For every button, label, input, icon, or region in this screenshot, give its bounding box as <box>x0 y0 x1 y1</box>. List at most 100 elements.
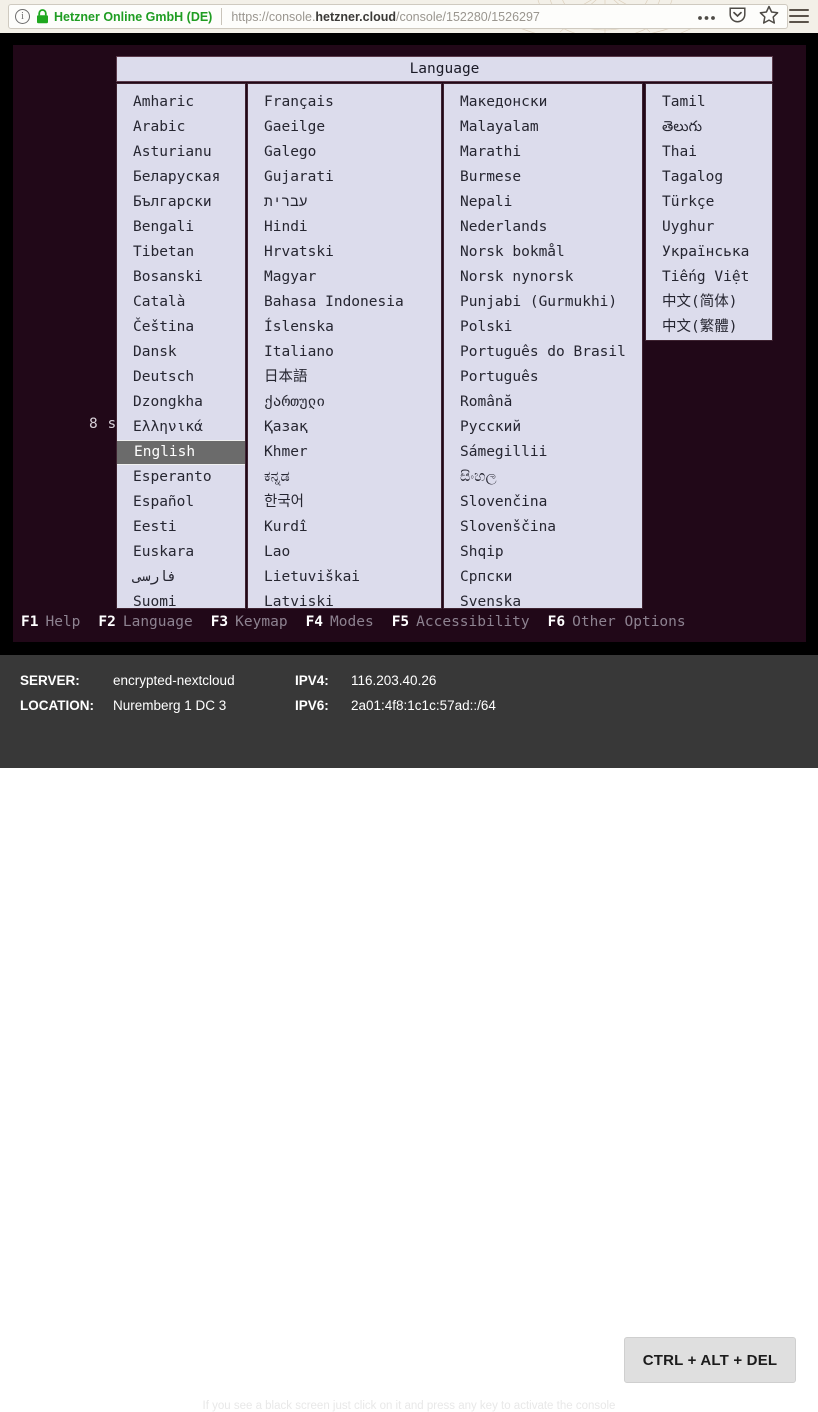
browser-menu-icon[interactable] <box>788 6 810 26</box>
function-key-f1[interactable]: F1 Help <box>21 614 80 630</box>
language-item[interactable]: Khmer <box>248 440 441 465</box>
function-key-label: F1 <box>21 614 39 630</box>
language-item[interactable]: Gaeilge <box>248 115 441 140</box>
language-item[interactable]: Thai <box>646 140 772 165</box>
language-item[interactable]: Português do Brasil <box>444 340 642 365</box>
language-item[interactable]: Kurdî <box>248 515 441 540</box>
function-key-label: F4 <box>305 614 324 630</box>
language-item[interactable]: Українська <box>646 240 772 265</box>
language-item[interactable]: Gujarati <box>248 165 441 190</box>
language-item[interactable]: Tamil <box>646 90 772 115</box>
info-row-label-secondary: IPV6: <box>295 698 329 713</box>
language-item[interactable]: Tibetan <box>117 240 245 265</box>
function-key-label: F3 <box>210 614 229 630</box>
urlbar-divider <box>221 8 223 25</box>
language-item[interactable]: Português <box>444 365 642 390</box>
function-key-action: Modes <box>330 614 374 630</box>
language-item[interactable]: Nepali <box>444 190 642 215</box>
language-item[interactable]: Bahasa Indonesia <box>248 290 441 315</box>
language-item[interactable]: Македонски <box>444 90 642 115</box>
language-item[interactable]: Slovenščina <box>444 515 642 540</box>
language-item[interactable]: Română <box>444 390 642 415</box>
pocket-icon[interactable] <box>728 5 747 29</box>
language-item[interactable]: Sámegillii <box>444 440 642 465</box>
info-row-value-secondary: 2a01:4f8:1c1c:57ad::/64 <box>351 698 496 713</box>
language-item[interactable]: Slovenčina <box>444 490 642 515</box>
language-item[interactable]: Hrvatski <box>248 240 441 265</box>
language-item[interactable]: Français <box>248 90 441 115</box>
language-item[interactable]: Türkçe <box>646 190 772 215</box>
function-key-f6[interactable]: F6 Other Options <box>548 614 686 630</box>
language-item[interactable]: Norsk bokmål <box>444 240 642 265</box>
language-column-3: Македонски Malayalam Marathi Burmese Nepali N… <box>443 83 643 609</box>
language-columns: Amharic Arabic Asturianu Беларуская Българск… <box>116 83 773 609</box>
function-key-action: Language <box>122 614 193 630</box>
language-item[interactable]: עברית <box>248 190 441 215</box>
language-item[interactable]: 中文(繁體) <box>646 315 772 340</box>
address-bar[interactable]: i Hetzner Online GmbH (DE) https://conso… <box>8 4 788 29</box>
language-item[interactable]: 한국어 <box>248 490 441 515</box>
language-item[interactable]: Asturianu <box>117 140 245 165</box>
language-item[interactable]: Punjabi (Gurmukhi) <box>444 290 642 315</box>
language-item[interactable]: Bosanski <box>117 265 245 290</box>
function-key-f2[interactable]: F2 Language <box>98 614 192 630</box>
language-item[interactable]: Galego <box>248 140 441 165</box>
language-item[interactable]: 日本語 <box>248 365 441 390</box>
language-item[interactable]: Shqip <box>444 540 642 565</box>
language-item[interactable]: Tiếng Việt <box>646 265 772 290</box>
language-item[interactable]: Српски <box>444 565 642 590</box>
language-item[interactable]: Burmese <box>444 165 642 190</box>
language-item[interactable]: Hindi <box>248 215 441 240</box>
language-item[interactable]: فارسی <box>117 565 245 590</box>
language-item[interactable]: Italiano <box>248 340 441 365</box>
language-item[interactable]: Қазақ <box>248 415 441 440</box>
language-item[interactable]: Čeština <box>117 315 245 340</box>
vnc-console-area[interactable]: 8 s Language Amharic Arabic Asturianu Белар… <box>0 33 818 655</box>
function-key-f5[interactable]: F5 Accessibility <box>392 614 530 630</box>
language-item[interactable]: Dzongkha <box>117 390 245 415</box>
language-item[interactable]: తెలుగు <box>646 115 772 140</box>
language-item[interactable]: Euskara <box>117 540 245 565</box>
language-item[interactable]: ქართული <box>248 390 441 415</box>
language-item[interactable]: Amharic <box>117 90 245 115</box>
language-item[interactable]: Norsk nynorsk <box>444 265 642 290</box>
language-item[interactable]: Marathi <box>444 140 642 165</box>
language-item[interactable]: Tagalog <box>646 165 772 190</box>
dialog-title: Language <box>116 56 773 82</box>
language-item[interactable]: Lao <box>248 540 441 565</box>
language-item[interactable]: Magyar <box>248 265 441 290</box>
lock-icon[interactable] <box>36 9 49 24</box>
language-item[interactable]: සිංහල <box>444 465 642 490</box>
language-item[interactable]: Uyghur <box>646 215 772 240</box>
language-item[interactable]: Ελληνικά <box>117 415 245 440</box>
language-item[interactable]: Arabic <box>117 115 245 140</box>
language-item[interactable]: Català <box>117 290 245 315</box>
language-item[interactable]: Íslenska <box>248 315 441 340</box>
language-column-1: Amharic Arabic Asturianu Беларуская Българск… <box>116 83 246 609</box>
language-item[interactable]: Malayalam <box>444 115 642 140</box>
language-item-selected[interactable]: English <box>117 440 245 465</box>
language-item[interactable]: Español <box>117 490 245 515</box>
page-actions-icon[interactable] <box>697 8 716 26</box>
language-item[interactable]: Polski <box>444 315 642 340</box>
url-text[interactable]: https://console.hetzner.cloud/console/15… <box>231 10 689 24</box>
language-item[interactable]: Bengali <box>117 215 245 240</box>
bookmark-star-icon[interactable] <box>759 5 779 29</box>
language-item[interactable]: ಕನ್ನಡ <box>248 465 441 490</box>
function-key-f3[interactable]: F3 Keymap <box>211 614 288 630</box>
language-item[interactable]: Dansk <box>117 340 245 365</box>
terminal-screen[interactable]: 8 s Language Amharic Arabic Asturianu Белар… <box>13 45 806 642</box>
language-item[interactable]: Esperanto <box>117 465 245 490</box>
language-item[interactable]: Nederlands <box>444 215 642 240</box>
page-info-icon[interactable]: i <box>15 9 30 24</box>
language-item[interactable]: Deutsch <box>117 365 245 390</box>
language-item[interactable]: Lietuviškai <box>248 565 441 590</box>
language-item[interactable]: 中文(简体) <box>646 290 772 315</box>
language-item[interactable]: Беларуская <box>117 165 245 190</box>
function-key-f4[interactable]: F4 Modes <box>306 614 374 630</box>
language-item[interactable]: Български <box>117 190 245 215</box>
language-item[interactable]: Eesti <box>117 515 245 540</box>
ctrl-alt-del-button[interactable]: CTRL + ALT + DEL <box>624 1337 796 1383</box>
language-item[interactable]: Русский <box>444 415 642 440</box>
url-path: /console/152280/1526297 <box>396 9 540 24</box>
